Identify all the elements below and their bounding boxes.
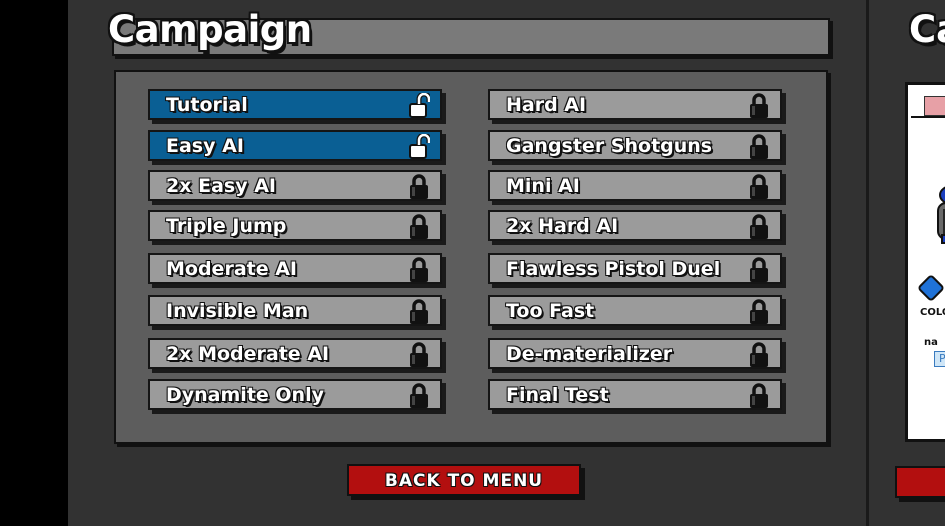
level-button[interactable]: Mini AI [488,170,782,201]
level-label: Tutorial [166,94,248,116]
character-card: COLO na P [905,82,945,442]
back-to-menu-button[interactable]: BACK TO MENU [347,464,581,496]
level-button[interactable]: Invisible Man [148,295,442,326]
level-button[interactable]: Triple Jump [148,210,442,241]
level-button[interactable]: Moderate AI [148,253,442,284]
level-button[interactable]: De-materializer [488,338,782,369]
name-input[interactable]: P [934,351,945,367]
back-to-menu-label: BACK TO MENU [384,471,544,491]
level-button[interactable]: Tutorial [148,89,442,120]
level-label: Hard AI [506,94,587,116]
character-figure-icon [937,186,945,244]
level-label: Flawless Pistol Duel [506,258,721,280]
name-label: na [924,337,938,348]
level-button[interactable]: Dynamite Only [148,379,442,410]
color-label: COLO [920,307,945,318]
level-label: Invisible Man [166,300,309,322]
diamond-icon[interactable] [916,273,945,303]
level-button[interactable]: 2x Moderate AI [148,338,442,369]
level-button[interactable]: Flawless Pistol Duel [488,253,782,284]
padlock-icon [408,174,430,200]
padlock-icon [408,299,430,325]
level-button[interactable]: 2x Easy AI [148,170,442,201]
level-label: Easy AI [166,135,244,157]
page-title: Campaign [108,8,312,51]
padlock-icon [408,383,430,409]
color-swatch[interactable] [924,96,945,116]
card-header [911,88,945,118]
level-label: Dynamite Only [166,384,324,406]
level-label: Triple Jump [166,215,287,237]
padlock-icon [748,134,770,160]
padlock-icon [408,342,430,368]
next-page-button[interactable] [895,466,945,498]
padlock-icon [408,257,430,283]
level-button[interactable]: Hard AI [488,89,782,120]
padlock-icon [748,299,770,325]
next-page-panel: Ca COLO na P [869,0,945,526]
level-button[interactable]: 2x Hard AI [488,210,782,241]
level-label: De-materializer [506,343,673,365]
level-label: Moderate AI [166,258,297,280]
level-button[interactable]: Gangster Shotguns [488,130,782,161]
padlock-icon [748,383,770,409]
padlock-icon [748,342,770,368]
level-label: Gangster Shotguns [506,135,713,157]
unlocked-padlock-icon [408,91,432,119]
level-label: Mini AI [506,175,580,197]
level-label: Final Test [506,384,609,406]
unlocked-padlock-icon [408,132,432,160]
level-button[interactable]: Final Test [488,379,782,410]
level-label: 2x Moderate AI [166,343,330,365]
level-button[interactable]: Too Fast [488,295,782,326]
padlock-icon [748,214,770,240]
padlock-icon [748,174,770,200]
padlock-icon [748,257,770,283]
next-page-title: Ca [909,8,945,51]
level-label: 2x Hard AI [506,215,619,237]
level-label: 2x Easy AI [166,175,276,197]
padlock-icon [408,214,430,240]
level-label: Too Fast [506,300,595,322]
padlock-icon [748,93,770,119]
level-button[interactable]: Easy AI [148,130,442,161]
